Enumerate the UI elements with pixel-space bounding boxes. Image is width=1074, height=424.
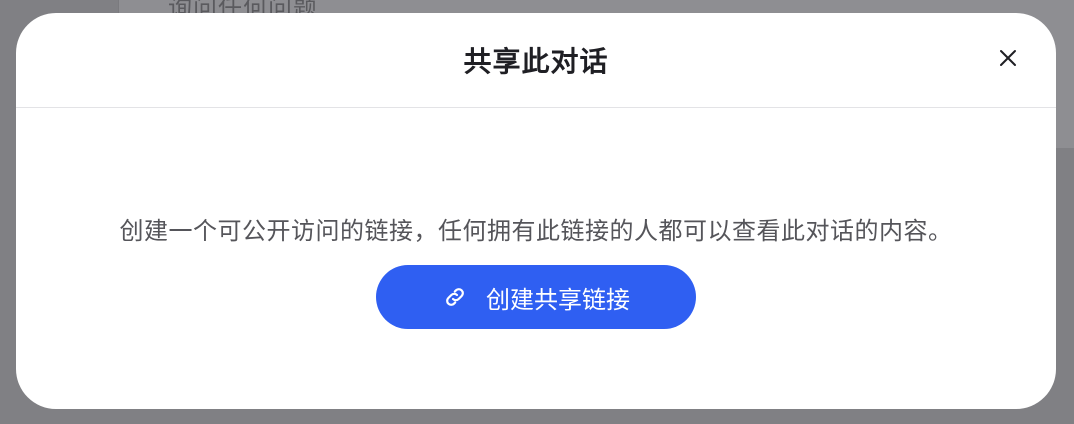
- create-share-link-label: 创建共享链接: [486, 285, 630, 314]
- dialog-body: 创建一个可公开访问的链接，任何拥有此链接的人都可以查看此对话的内容。 创建共享链…: [16, 108, 1056, 408]
- dialog-description: 创建一个可公开访问的链接，任何拥有此链接的人都可以查看此对话的内容。: [119, 217, 953, 245]
- close-icon: [1000, 50, 1016, 66]
- link-icon: [442, 284, 468, 310]
- dialog-header: 共享此对话: [16, 13, 1056, 108]
- close-button[interactable]: [996, 46, 1020, 70]
- create-share-link-button[interactable]: 创建共享链接: [376, 265, 696, 329]
- share-dialog: 共享此对话 创建一个可公开访问的链接，任何拥有此链接的人都可以查看此对话的内容。…: [16, 13, 1056, 409]
- dialog-title: 共享此对话: [463, 45, 609, 78]
